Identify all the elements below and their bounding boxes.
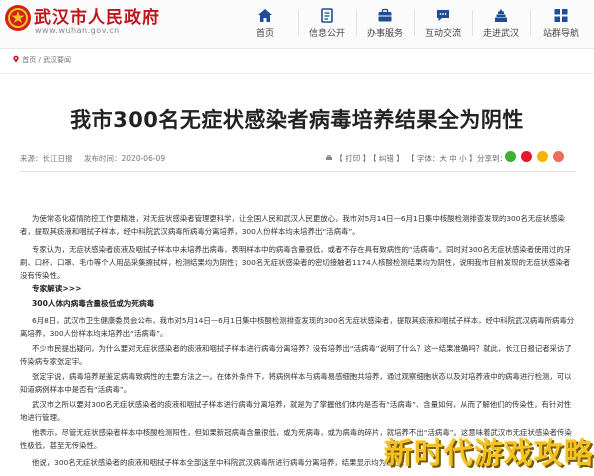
- nav-services[interactable]: 办事服务: [356, 6, 414, 42]
- breadcrumb: 首页 / 武汉要闻: [0, 49, 594, 74]
- qzone-share-icon[interactable]: [537, 151, 548, 162]
- document-icon: [321, 8, 333, 23]
- article-paragraph: 6月8日，武汉市卫生健康委员会公布，我市对5月14日—6月1日集中核酸检测排查发…: [20, 316, 575, 338]
- nav-about-wuhan[interactable]: 走进武汉: [472, 6, 530, 42]
- wechat-share-icon[interactable]: [505, 151, 516, 162]
- nav-about-label: 走进武汉: [482, 29, 519, 39]
- print-button[interactable]: 【 打印 】: [325, 153, 370, 164]
- subheading-low-virus: 300人体内病毒含量极低或为死病毒: [32, 299, 155, 308]
- nav-home[interactable]: 首页: [236, 6, 294, 42]
- correction-label: 【 纠错 】: [369, 154, 404, 163]
- article-date: 发布时间：2020-06-09: [84, 154, 166, 163]
- article-paragraph: 武汉市之所以要对300名无症状感染者的痰液和咽拭子样本进行病毒分离培养，就是为了…: [20, 400, 572, 422]
- grid-icon: [554, 9, 568, 22]
- print-label: 【 打印 】: [335, 154, 371, 163]
- nav-info-label: 信息公开: [308, 29, 345, 39]
- article-paragraph: 专家认为，无症状感染者痰液及咽拭子样本中未培养出病毒，表明样本中的病毒含量很低，…: [20, 245, 572, 280]
- article-paragraph: 为使常态化疫情防控工作更精准，对无症状感染者管理更科学，让全国人民和武汉人民更放…: [20, 214, 565, 236]
- font-size-label: 【 字体：大 中 小 】: [407, 154, 477, 163]
- site-url: www.wuhan.gov.cn: [35, 26, 120, 35]
- nav-site-group[interactable]: 站群导航: [532, 6, 590, 42]
- nav-site-group-label: 站群导航: [542, 29, 579, 39]
- printer-icon: [326, 155, 332, 160]
- briefcase-icon: [378, 8, 392, 22]
- font-size-control[interactable]: 【 字体：大 中 小 】: [407, 153, 477, 164]
- home-icon: [258, 9, 272, 22]
- nav-interaction[interactable]: 互动交流: [414, 6, 472, 42]
- article-paragraph: 不少市民提出疑问，为什么要对无症状感染者的痰液和咽拭子样本进行病毒分离培养？没有…: [20, 344, 572, 366]
- correction-button[interactable]: 【 纠错 】: [369, 153, 404, 164]
- site-title[interactable]: 武汉市人民政府: [34, 3, 160, 28]
- article-title: 我市300名无症状感染者病毒培养结果全为阴性: [70, 108, 524, 132]
- nav-home-label: 首页: [255, 29, 274, 39]
- location-icon: [13, 55, 19, 63]
- weibo-share-icon[interactable]: [521, 151, 532, 162]
- divider: [20, 171, 576, 172]
- more-share-icon[interactable]: [553, 151, 564, 162]
- article-paragraph: 张定宇说，病毒培养是鉴定病毒致病性的主要方法之一。在体外条件下，将病例样本与病毒…: [20, 372, 572, 394]
- article-source: 来源：长江日报: [20, 154, 73, 163]
- nav-interaction-label: 互动交流: [424, 29, 461, 39]
- chat-icon: [437, 10, 449, 21]
- building-icon: [495, 8, 507, 22]
- nav-info-disclosure[interactable]: 信息公开: [298, 6, 356, 42]
- subheading-expert: 专家解读>>>: [32, 284, 82, 293]
- breadcrumb-section[interactable]: 武汉要闻: [43, 56, 71, 64]
- site-header: 武汉市人民政府 www.wuhan.gov.cn 首页 信息公开 办事服务 互动…: [0, 0, 594, 49]
- breadcrumb-separator: /: [38, 56, 41, 64]
- share-label: 分享到：: [477, 154, 507, 163]
- nav-services-label: 办事服务: [366, 29, 403, 39]
- breadcrumb-home[interactable]: 首页: [22, 56, 36, 64]
- national-emblem-icon: [5, 5, 31, 31]
- watermark-logo: 新时代游戏攻略: [384, 436, 594, 470]
